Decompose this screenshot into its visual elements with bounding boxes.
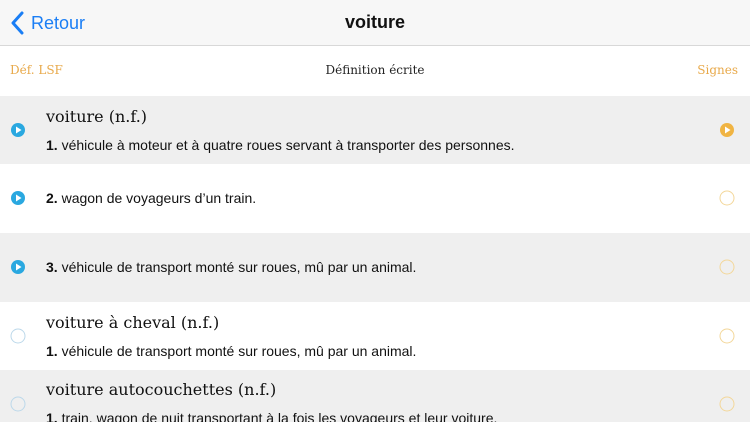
entry-definition: 1. véhicule de transport monté sur roues…	[46, 343, 416, 359]
circle-outline-icon[interactable]	[719, 328, 735, 344]
definition-text: wagon de voyageurs d’un train.	[57, 190, 257, 206]
entry-headword: voiture autocouchettes (n.f.)	[46, 380, 277, 399]
entry-headword: voiture (n.f.)	[46, 107, 148, 126]
definition-number: 1.	[46, 137, 58, 153]
entry-definition: 1. véhicule à moteur et à quatre roues s…	[46, 137, 515, 153]
definition-text: véhicule à moteur et à quatre roues serv…	[57, 137, 515, 153]
circle-outline-icon[interactable]	[719, 396, 735, 412]
definition-text: véhicule de transport monté sur roues, m…	[57, 343, 417, 359]
entry-definition: 2. wagon de voyageurs d’un train.	[46, 190, 256, 206]
list-item[interactable]: voiture à cheval (n.f.) 1. véhicule de t…	[0, 302, 750, 370]
list-item[interactable]: voiture (n.f.) 1. véhicule à moteur et à…	[0, 96, 750, 164]
play-icon[interactable]	[10, 122, 26, 138]
tab-definition-ecrite[interactable]: Définition écrite	[0, 63, 750, 77]
definition-number: 3.	[46, 259, 58, 275]
circle-outline-icon[interactable]	[719, 190, 735, 206]
definition-number: 1.	[46, 343, 58, 359]
definition-number: 1.	[46, 410, 58, 422]
play-icon[interactable]	[10, 259, 26, 275]
list-item[interactable]: 3. véhicule de transport monté sur roues…	[0, 233, 750, 302]
play-icon[interactable]	[10, 190, 26, 206]
entry-definition: 1. train, wagon de nuit transportant à l…	[46, 410, 497, 422]
definition-text: train, wagon de nuit transportant à la f…	[57, 410, 498, 422]
circle-outline-icon[interactable]	[10, 396, 26, 412]
circle-outline-icon[interactable]	[719, 259, 735, 275]
definition-number: 2.	[46, 190, 58, 206]
list-item[interactable]: 2. wagon de voyageurs d’un train.	[0, 164, 750, 233]
entry-headword: voiture à cheval (n.f.)	[46, 313, 220, 332]
list-item[interactable]: voiture autocouchettes (n.f.) 1. train, …	[0, 370, 750, 422]
navigation-bar: Retour voiture	[0, 0, 750, 46]
page-title: voiture	[344, 12, 405, 32]
segment-bar: Déf. LSF Définition écrite Signes	[0, 46, 750, 122]
circle-outline-icon[interactable]	[10, 328, 26, 344]
entry-definition: 3. véhicule de transport monté sur roues…	[46, 259, 416, 275]
tab-signes[interactable]: Signes	[697, 63, 738, 77]
play-orange-icon[interactable]	[719, 122, 735, 138]
definition-text: véhicule de transport monté sur roues, m…	[57, 259, 417, 275]
